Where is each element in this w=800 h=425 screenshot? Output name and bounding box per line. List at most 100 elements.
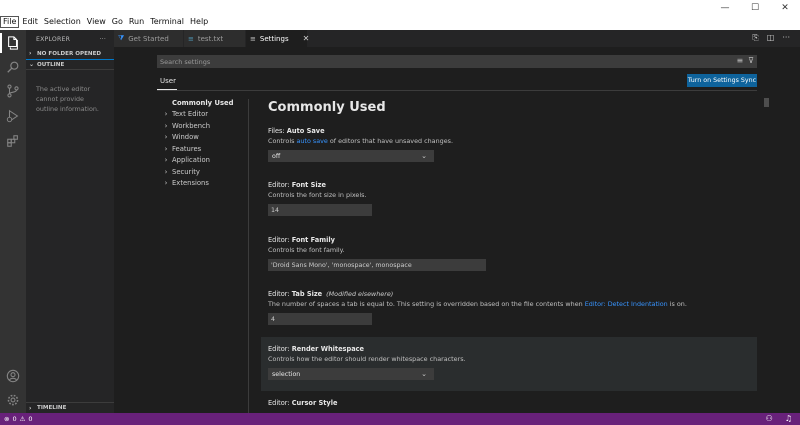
feedback-icon[interactable]: ⚇ — [766, 414, 773, 423]
modified-elsewhere-label[interactable]: (Modified elsewhere) — [326, 290, 393, 298]
setting-title: Files: Auto Save — [268, 127, 758, 136]
toc-item-window[interactable]: › Window — [160, 132, 248, 144]
tab-size-input[interactable]: 4 — [268, 313, 372, 325]
sidebar-header: EXPLORER ··· — [26, 30, 114, 48]
toc-label: Extensions — [172, 179, 209, 188]
split-editor-icon[interactable]: ◫ — [767, 33, 775, 43]
tab-test-txt[interactable]: ≡ test.txt — [184, 30, 246, 47]
setting-name: Font Size — [291, 181, 326, 189]
menu-selection[interactable]: Selection — [41, 16, 84, 28]
maximize-button[interactable]: ☐ — [740, 0, 770, 16]
setting-category: Editor: — [268, 399, 292, 407]
setting-tab-size: Editor: Tab Size (Modified elsewhere) The… — [268, 290, 758, 325]
chevron-right-icon: › — [164, 167, 168, 176]
menu-terminal[interactable]: Terminal — [147, 16, 187, 28]
toc-item-workbench[interactable]: › Workbench — [160, 120, 248, 132]
setting-category: Files: — [268, 127, 287, 135]
chevron-down-icon: ⌄ — [29, 61, 35, 68]
menu-edit[interactable]: Edit — [19, 16, 41, 28]
more-actions-icon[interactable]: ··· — [782, 33, 790, 43]
sidebar-title: EXPLORER — [36, 35, 71, 43]
setting-category: Editor: — [268, 290, 292, 298]
account-icon[interactable] — [4, 367, 22, 385]
chevron-right-icon: › — [29, 50, 32, 57]
menu-run[interactable]: Run — [126, 16, 147, 28]
clear-filter-icon[interactable]: ≡ — [736, 56, 743, 65]
more-actions-icon[interactable]: ··· — [99, 36, 106, 43]
setting-description: Controls how the editor should render wh… — [268, 355, 466, 363]
menu-go[interactable]: Go — [109, 16, 126, 28]
search-settings-box: ≡ ⊽ — [157, 55, 757, 68]
search-icon[interactable] — [4, 58, 22, 76]
problems-indicator[interactable]: ⊗ 0 ⚠ 0 — [4, 415, 33, 423]
error-count: 0 — [12, 415, 17, 423]
explorer-sidebar: EXPLORER ··· › NO FOLDER OPENED ⌄ OUTLIN… — [26, 30, 114, 413]
open-json-icon[interactable]: ⎘ — [752, 33, 758, 43]
run-debug-icon[interactable] — [4, 107, 22, 125]
title-bar: File Edit Selection View Go Run Terminal… — [0, 0, 800, 30]
timeline-section[interactable]: › TIMELINE — [26, 402, 114, 413]
close-window-button[interactable]: ✕ — [770, 0, 800, 16]
vscode-logo-icon: ⧩ — [118, 34, 125, 42]
select-value: off — [272, 152, 281, 160]
menu-bar: File Edit Selection View Go Run Terminal… — [0, 16, 211, 28]
scope-divider — [157, 90, 757, 91]
chevron-right-icon: › — [164, 121, 168, 130]
detect-indentation-link[interactable]: Editor: Detect Indentation — [585, 300, 668, 308]
menu-help[interactable]: Help — [187, 16, 211, 28]
outline-label: OUTLINE — [37, 61, 65, 68]
menu-file[interactable]: File — [0, 16, 20, 28]
error-icon: ⊗ — [4, 415, 10, 423]
toc-item-features[interactable]: › Features — [160, 143, 248, 155]
toc-item-extensions[interactable]: › Extensions — [160, 178, 248, 190]
render-whitespace-select[interactable]: selection ⌄ — [268, 368, 434, 380]
auto-save-select[interactable]: off ⌄ — [268, 150, 434, 162]
setting-name: Auto Save — [286, 127, 325, 135]
setting-title: Editor: Cursor Style — [268, 399, 758, 408]
close-tab-icon[interactable]: ✕ — [303, 34, 310, 43]
toc-item-application[interactable]: › Application — [160, 155, 248, 167]
search-settings-input[interactable] — [160, 57, 720, 66]
desc-text: The number of spaces a tab is equal to. … — [268, 300, 585, 308]
auto-save-link[interactable]: auto save — [296, 137, 327, 145]
toc-label: Text Editor — [172, 110, 209, 119]
gear-icon[interactable] — [4, 391, 22, 409]
extensions-icon[interactable] — [4, 132, 22, 150]
scrollbar-thumb[interactable] — [764, 98, 769, 107]
tab-label: Get Started — [128, 34, 169, 43]
filter-icon[interactable]: ⊽ — [748, 56, 754, 65]
toc-label: Security — [172, 167, 200, 176]
warning-count: 0 — [28, 415, 33, 423]
tab-user-scope[interactable]: User — [160, 77, 176, 85]
tab-settings[interactable]: ≡ Settings ✕ — [246, 30, 310, 47]
source-control-icon[interactable] — [4, 82, 22, 100]
settings-file-icon: ≡ — [250, 34, 256, 43]
chevron-down-icon: ⌄ — [421, 370, 427, 378]
select-value: selection — [272, 370, 301, 378]
editor-actions: ⎘ ◫ ··· — [752, 33, 790, 43]
menu-view[interactable]: View — [84, 16, 109, 28]
explorer-icon[interactable] — [4, 34, 22, 52]
desc-text: of editors that have unsaved changes. — [327, 137, 453, 145]
page-title: Commonly Used — [268, 100, 386, 115]
font-size-input[interactable]: 14 — [268, 204, 372, 216]
toc-item-commonly-used[interactable]: Commonly Used — [160, 97, 248, 109]
toc-label: Workbench — [172, 121, 211, 130]
settings-editor: ≡ ⊽ User Turn on Settings Sync Commonly … — [114, 47, 800, 413]
no-folder-section[interactable]: › NO FOLDER OPENED — [26, 48, 114, 59]
setting-render-whitespace: Editor: Render Whitespace Controls how t… — [268, 345, 758, 380]
toc-item-security[interactable]: › Security — [160, 166, 248, 178]
chevron-down-icon: ⌄ — [421, 152, 427, 160]
window-controls: — ☐ ✕ — [710, 0, 800, 16]
minimize-button[interactable]: — — [710, 0, 740, 16]
outline-section[interactable]: ⌄ OUTLINE — [26, 59, 114, 70]
settings-sync-button[interactable]: Turn on Settings Sync — [687, 74, 757, 87]
font-family-input[interactable]: 'Droid Sans Mono', 'monospace', monospac… — [268, 259, 486, 271]
setting-name: Tab Size — [291, 290, 323, 298]
tab-bar: ⧩ Get Started ≡ test.txt ≡ Settings ✕ ⎘ … — [114, 30, 800, 47]
notifications-bell-icon[interactable]: ♫ — [785, 414, 792, 423]
toc-label: Window — [172, 133, 199, 142]
tab-get-started[interactable]: ⧩ Get Started — [114, 30, 184, 47]
toc-item-text-editor[interactable]: › Text Editor — [160, 109, 248, 121]
activity-bar — [0, 30, 26, 413]
